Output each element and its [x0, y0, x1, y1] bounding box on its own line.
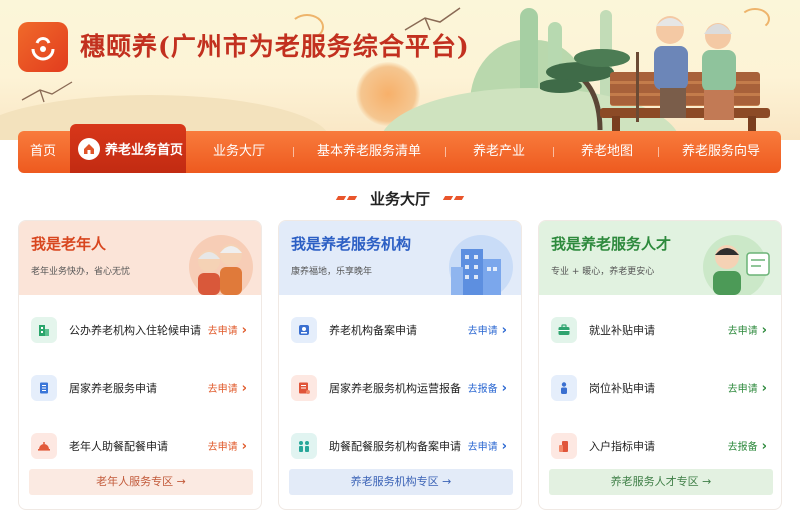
service-action-link[interactable]: 去申请 › — [468, 322, 507, 338]
section-deco-right — [442, 196, 465, 200]
worker-icon — [551, 375, 577, 401]
service-action-link[interactable]: 去申请 › — [468, 438, 507, 454]
grandma-illustration — [702, 23, 736, 120]
card-institution: 我是养老服务机构 康养福地，乐享晚年 养老机构备案申请 去申请 › 居家养老服务机构运… — [278, 220, 522, 510]
chevron-right-icon: › — [241, 323, 247, 338]
chevron-right-icon: › — [501, 439, 507, 454]
card-talent: 我是养老服务人才 专业 + 暖心，养老更安心 就业补贴申请 去申请 › 岗位补贴申请去… — [538, 220, 782, 510]
report-icon — [291, 375, 317, 401]
service-row-label: 助餐配餐服务机构备案申请 — [329, 440, 461, 453]
service-row[interactable]: 公办养老机构入住轮候申请 去申请 › — [19, 301, 261, 359]
card-elderly: 我是老年人 老年业务快办，省心无忧 公办养老机构入住轮候申请 去申请 › 居家养老服务… — [18, 220, 262, 510]
card-title: 我是养老服务人才 — [551, 235, 672, 253]
chevron-right-icon: › — [241, 381, 247, 396]
service-row-label: 岗位补贴申请 — [589, 382, 655, 395]
nav-item-basic-service-list[interactable]: 基本养老服务清单 — [317, 131, 421, 173]
nav-item-elderly-business-home[interactable]: 养老业务首页 — [70, 124, 186, 173]
document-icon — [31, 375, 57, 401]
service-action-link[interactable]: 去申请 › — [728, 380, 767, 396]
logo[interactable] — [18, 22, 68, 72]
service-action-label: 去申请 — [207, 442, 238, 453]
service-row-label: 公办养老机构入住轮候申请 — [69, 324, 201, 337]
service-action-label: 去申请 — [467, 326, 498, 337]
card-subtitle: 专业 + 暖心，养老更安心 — [551, 267, 655, 277]
service-action-link[interactable]: 去申请 › — [208, 438, 247, 454]
service-row[interactable]: 岗位补贴申请 去申请 › — [539, 359, 781, 417]
home-icon — [78, 137, 100, 160]
crane-icon — [21, 81, 73, 103]
chevron-right-icon: › — [501, 381, 507, 396]
header-banner — [0, 0, 800, 140]
caregiver-icon — [703, 235, 770, 295]
card-title: 我是养老服务机构 — [291, 235, 412, 253]
zone-entry-button[interactable]: 养老服务机构专区 → — [289, 469, 513, 495]
service-action-label: 去申请 — [727, 326, 758, 337]
zone-entry-button[interactable]: 养老服务人才专区 → — [549, 469, 773, 495]
site-title: 穗颐养(广州市为老服务综合平台) — [80, 32, 470, 61]
elderly-couple-icon — [189, 235, 253, 295]
service-row-label: 居家养老服务申请 — [69, 382, 157, 395]
card-title: 我是老年人 — [31, 235, 107, 253]
section-header: 业务大厅 — [0, 186, 800, 210]
service-action-link[interactable]: 去报备 › — [468, 380, 507, 396]
service-row[interactable]: 入户指标申请 去报备 › — [539, 417, 781, 475]
nav-item-home[interactable]: 首页 — [30, 131, 56, 173]
service-row[interactable]: 就业补贴申请 去申请 › — [539, 301, 781, 359]
service-action-label: 去报备 — [467, 384, 498, 395]
service-row-label: 养老机构备案申请 — [329, 324, 417, 337]
service-action-link[interactable]: 去申请 › — [208, 380, 247, 396]
chevron-right-icon: › — [761, 381, 767, 396]
meal-cover-icon — [31, 433, 57, 459]
card-subtitle: 老年业务快办，省心无忧 — [31, 267, 131, 277]
briefcase-icon — [551, 317, 577, 343]
service-action-label: 去申请 — [207, 326, 238, 337]
service-row[interactable]: 老年人助餐配餐申请 去申请 › — [19, 417, 261, 475]
service-action-label: 去申请 — [727, 384, 758, 395]
service-row-label: 居家养老服务机构运营报备 — [329, 382, 461, 395]
service-row[interactable]: 养老机构备案申请 去申请 › — [279, 301, 521, 359]
logo-icon — [31, 37, 55, 61]
people-icon — [291, 433, 317, 459]
chevron-right-icon: › — [761, 323, 767, 338]
zone-entry-button[interactable]: 老年人服务专区 → — [29, 469, 253, 495]
section-title: 业务大厅 — [369, 189, 430, 208]
nav-item-map[interactable]: 养老地图 — [581, 131, 633, 173]
nav-separator — [658, 147, 659, 157]
nav-separator — [293, 147, 294, 157]
service-row[interactable]: 居家养老服务机构运营报备 去报备 › — [279, 359, 521, 417]
service-row-label: 老年人助餐配餐申请 — [69, 440, 168, 453]
nav-item-service-guide[interactable]: 养老服务向导 — [682, 131, 760, 173]
service-row[interactable]: 居家养老服务申请 去申请 › — [19, 359, 261, 417]
service-action-link[interactable]: 去申请 › — [208, 322, 247, 338]
buildings-icon — [449, 235, 513, 295]
nav-item-industry[interactable]: 养老产业 — [473, 131, 525, 173]
chevron-right-icon: › — [501, 323, 507, 338]
card-subtitle: 康养福地，乐享晚年 — [291, 267, 373, 277]
service-action-link[interactable]: 去申请 › — [728, 322, 767, 338]
badge-icon — [291, 317, 317, 343]
nav-separator — [445, 147, 446, 157]
service-row[interactable]: 助餐配餐服务机构备案申请 去申请 › — [279, 417, 521, 475]
household-icon — [551, 433, 577, 459]
nav-separator — [553, 147, 554, 157]
nav-item-business-hall[interactable]: 业务大厅 — [213, 131, 265, 173]
service-row-label: 就业补贴申请 — [589, 324, 655, 337]
service-action-link[interactable]: 去报备 › — [728, 438, 767, 454]
nav-active-label: 养老业务首页 — [105, 143, 184, 158]
service-action-label: 去报备 — [727, 442, 758, 453]
chevron-right-icon: › — [241, 439, 247, 454]
grandpa-illustration — [636, 16, 688, 122]
building-icon — [31, 317, 57, 343]
chevron-right-icon: › — [761, 439, 767, 454]
service-row-label: 入户指标申请 — [589, 440, 655, 453]
service-action-label: 去申请 — [467, 442, 498, 453]
service-action-label: 去申请 — [207, 384, 238, 395]
section-deco-left — [335, 196, 358, 200]
